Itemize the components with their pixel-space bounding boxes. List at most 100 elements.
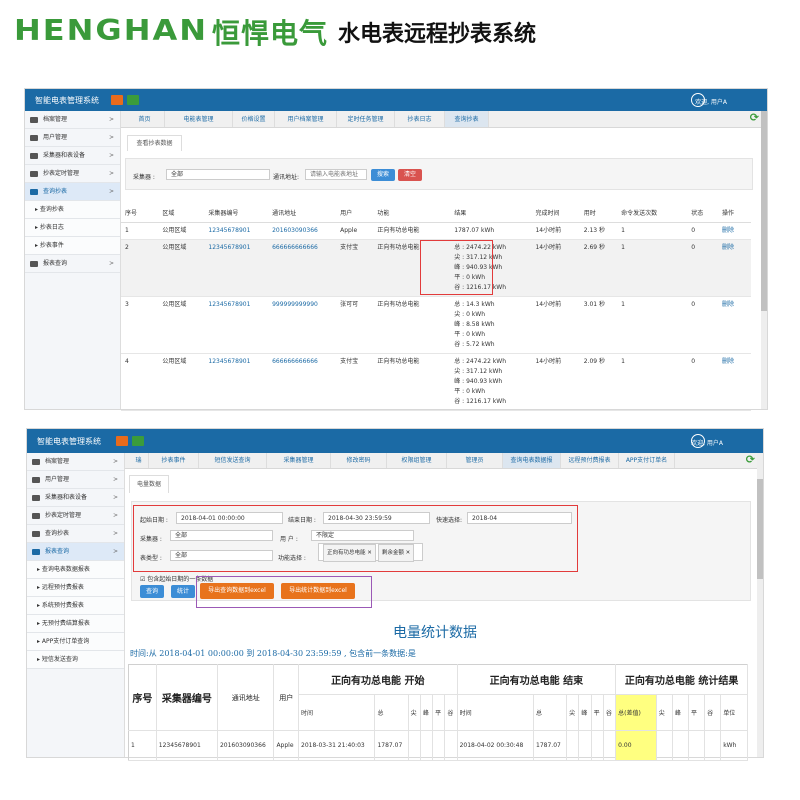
column-header[interactable]: 操作 [718, 204, 751, 223]
nav-tab[interactable]: 远程预付费报表 [561, 453, 619, 468]
sidebar-item[interactable]: ▸ 无预付费结算报表 [27, 615, 124, 633]
tab-view-readings[interactable]: 查看抄表数据 [127, 135, 182, 151]
column-header[interactable]: 用户 [336, 204, 374, 223]
result-line: 总 : 2474.22 kWh [454, 357, 507, 365]
result-line: 谷 : 5.72 kWh [454, 340, 495, 348]
sidebar-item[interactable]: 抄表定时管理 > [25, 165, 120, 183]
sidebar-item[interactable]: 查询抄表 > [27, 525, 124, 543]
cell-op[interactable]: 删除 [718, 239, 751, 297]
grid-icon[interactable] [132, 436, 144, 446]
nav-tab[interactable]: 用户档案管理 [275, 111, 337, 127]
cell-collector[interactable]: 12345678901 [204, 296, 269, 354]
sidebar-item-label: 查询抄表 [45, 530, 70, 537]
sidebar-item[interactable]: 查询抄表 > [25, 183, 120, 201]
nav-tab[interactable]: 查询电表数据报 [503, 453, 561, 468]
sidebar: 档案管理 > 用户管理 > 采集器和表设备 > 抄表定时管理 > 查询抄表 > ▸ 查询抄表 ▸ 抄表… [25, 111, 121, 409]
sidebar-item[interactable]: ▸ APP支付订单查询 [27, 633, 124, 651]
cell-end-time: 2018-04-02 00:30:48 [457, 730, 535, 761]
search-button[interactable]: 搜索 [371, 169, 395, 181]
cell-op[interactable]: 删除 [718, 296, 751, 354]
sidebar-item[interactable]: 用户管理 > [27, 471, 124, 489]
table-row: 3 公用区域 12345678901 999999999990 张可可 正向有功总电能总 … [121, 296, 751, 354]
chevron-right-icon: > [108, 152, 114, 159]
user-menu[interactable]: 欢迎, 用户A [695, 97, 727, 106]
cell-collector[interactable]: 12345678901 [204, 239, 269, 297]
nav-tab[interactable]: 抄表事件 [149, 453, 199, 468]
cell-op[interactable]: 删除 [718, 222, 751, 240]
sidebar-item[interactable]: 档案管理 > [25, 111, 120, 129]
collector-select[interactable]: 全部 [166, 169, 270, 180]
nav-tab[interactable]: 采集器管理 [267, 453, 331, 468]
sidebar-item[interactable]: 采集器和表设备 > [25, 147, 120, 165]
tab-energy-data[interactable]: 电量数据 [129, 475, 169, 493]
nav-tab[interactable]: 电能表管理 [165, 111, 233, 127]
clear-button[interactable]: 清空 [398, 169, 422, 181]
chevron-right-icon: > [108, 170, 114, 177]
sidebar-item[interactable]: 采集器和表设备 > [27, 489, 124, 507]
column-header[interactable]: 通讯地址 [268, 204, 337, 223]
cell-op[interactable]: 删除 [718, 353, 751, 411]
nav-tab[interactable]: 瑞 [129, 453, 149, 468]
sidebar-item-label: 采集器和表设备 [45, 494, 88, 501]
nav-tab[interactable]: 抄表日志 [395, 111, 445, 127]
col-no: 序号 [128, 664, 157, 731]
nav-tab[interactable]: 修改密码 [331, 453, 387, 468]
cell-area: 公用区域 [158, 296, 205, 354]
sidebar-item[interactable]: 抄表定时管理 > [27, 507, 124, 525]
collector-label: 采集器 : [133, 174, 155, 181]
sub-column-header: 尖 [656, 694, 673, 731]
column-header[interactable]: 状态 [687, 204, 719, 223]
column-header[interactable]: 结果 [450, 204, 532, 223]
cell-collector[interactable]: 12345678901 [204, 353, 269, 411]
cell-user: 张可可 [336, 296, 374, 354]
column-header[interactable]: 完成时间 [531, 204, 580, 223]
user-menu[interactable]: 欢迎, 用户A [691, 438, 723, 447]
sidebar-item[interactable]: 报表查询 > [25, 255, 120, 273]
column-header[interactable]: 功能 [373, 204, 451, 223]
sidebar-item[interactable]: ▸ 抄表日志 [25, 219, 120, 237]
refresh-icon[interactable]: ⟳ [746, 453, 755, 466]
cell-addr[interactable]: 666666666666 [268, 239, 337, 297]
chevron-right-icon: > [108, 116, 114, 123]
scrollbar[interactable] [761, 111, 767, 409]
chevron-right-icon: > [108, 134, 114, 141]
nav-tab[interactable]: 管理员 [447, 453, 503, 468]
grid-icon[interactable] [127, 95, 139, 105]
address-input[interactable] [305, 169, 367, 180]
column-header[interactable]: 区域 [158, 204, 205, 223]
sidebar-item[interactable]: ▸ 抄表事件 [25, 237, 120, 255]
sidebar-item[interactable]: 档案管理 > [27, 453, 124, 471]
nav-tab[interactable]: 短信发送查询 [199, 453, 267, 468]
nav-tab[interactable]: 首页 [125, 111, 165, 127]
sidebar-item[interactable]: 用户管理 > [25, 129, 120, 147]
sub-column-header: 谷 [704, 694, 722, 731]
nav-tab[interactable]: APP支付订单名 [619, 453, 675, 468]
sidebar-item[interactable]: ▸ 系统预付费报表 [27, 597, 124, 615]
home-icon[interactable] [116, 436, 128, 446]
nav-tab[interactable]: 权限组管理 [387, 453, 447, 468]
column-header[interactable]: 采集器编号 [204, 204, 269, 223]
cell-addr[interactable]: 201603090366 [268, 222, 337, 240]
nav-tab[interactable]: 定时任务管理 [337, 111, 395, 127]
sidebar-item[interactable]: ▸ 远程预付费报表 [27, 579, 124, 597]
cell-user: 支付宝 [336, 353, 374, 411]
column-header[interactable]: 用时 [579, 204, 618, 223]
sidebar-item[interactable]: ▸ 查询电表数据报表 [27, 561, 124, 579]
refresh-icon[interactable]: ⟳ [750, 111, 759, 124]
stats-button[interactable]: 统计 [171, 585, 195, 598]
column-header[interactable]: 命令发送次数 [617, 204, 688, 223]
home-icon[interactable] [111, 95, 123, 105]
cell-addr[interactable]: 666666666666 [268, 353, 337, 411]
nav-tab[interactable]: 价格设置 [233, 111, 275, 127]
query-button[interactable]: 查询 [140, 585, 164, 598]
cell-addr[interactable]: 999999999990 [268, 296, 337, 354]
sidebar-item[interactable]: 报表查询 > [27, 543, 124, 561]
sub-column-header: 峰 [420, 694, 434, 731]
nav-tab[interactable]: 查询抄表 [445, 111, 489, 127]
cell-collector: 12345678901 [156, 730, 218, 761]
sidebar-item[interactable]: ▸ 查询抄表 [25, 201, 120, 219]
sidebar-item[interactable]: ▸ 短信发送查询 [27, 651, 124, 669]
column-header[interactable]: 序号 [121, 204, 159, 223]
cell-collector[interactable]: 12345678901 [204, 222, 269, 240]
scrollbar[interactable] [757, 453, 763, 757]
